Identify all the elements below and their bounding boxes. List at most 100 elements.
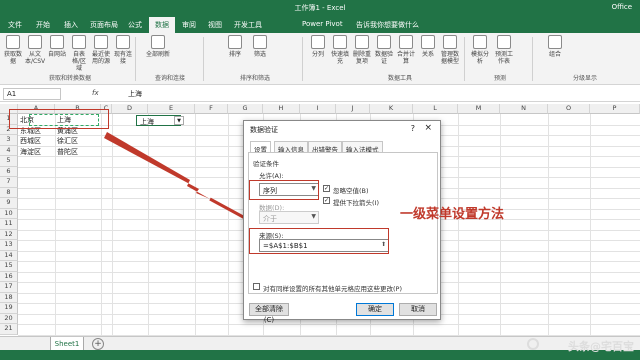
validation-icon — [377, 35, 391, 49]
link-icon — [116, 35, 130, 49]
chevron-down-icon[interactable]: ▼ — [174, 116, 184, 125]
column-header[interactable]: O — [548, 104, 590, 114]
row-header[interactable]: 20 — [0, 313, 18, 324]
row-header[interactable]: 14 — [0, 250, 18, 261]
column-header[interactable]: G — [228, 104, 263, 114]
forecast-sheet-button[interactable]: 预测工作表 — [494, 35, 514, 65]
column-header[interactable]: P — [590, 104, 640, 114]
remove-duplicates-button[interactable]: 删除重复项 — [352, 35, 372, 65]
column-header[interactable]: J — [336, 104, 370, 114]
from-table-button[interactable]: 自表格/区域 — [69, 35, 89, 72]
row-header[interactable]: 8 — [0, 187, 18, 198]
column-header[interactable]: N — [500, 104, 548, 114]
apply-all-checkbox[interactable] — [253, 283, 260, 290]
row-header[interactable]: 16 — [0, 271, 18, 282]
tell-me-search[interactable]: 告诉我你想要做什么 — [356, 20, 419, 30]
group-outline-button[interactable]: 组合 — [545, 35, 565, 58]
row-header[interactable]: 21 — [0, 324, 18, 335]
existing-connections-button[interactable]: 现有连接 — [113, 35, 133, 65]
column-header[interactable]: M — [458, 104, 500, 114]
tab-page-layout[interactable]: 页面布局 — [90, 20, 118, 30]
tab-data[interactable]: 数据 — [149, 17, 175, 33]
sort-button[interactable]: 排序 — [225, 35, 245, 58]
flash-fill-button[interactable]: 快速填充 — [330, 35, 350, 65]
globe-icon — [50, 35, 64, 49]
tab-view[interactable]: 视图 — [208, 20, 222, 30]
cell-a3[interactable]: 西城区 — [18, 136, 41, 146]
apply-all-label: 对有同样设置的所有其他单元格应用这些更改(P) — [263, 285, 402, 293]
tab-formulas[interactable]: 公式 — [128, 20, 142, 30]
dialog-title: 数据验证 — [250, 126, 278, 134]
database-icon — [6, 35, 20, 49]
row-header[interactable]: 7 — [0, 177, 18, 188]
cell-b3[interactable]: 徐汇区 — [55, 136, 78, 146]
columns-icon — [311, 35, 325, 49]
row-header[interactable]: 17 — [0, 282, 18, 293]
group-get-transform: 获取和转换数据 — [48, 75, 91, 82]
tab-file[interactable]: 文件 — [8, 20, 22, 30]
row-header[interactable]: 19 — [0, 303, 18, 314]
text-to-columns-button[interactable]: 分列 — [308, 35, 328, 58]
tab-review[interactable]: 审阅 — [182, 20, 196, 30]
get-data-button[interactable]: 获取数据 — [3, 35, 23, 65]
from-text-csv-button[interactable]: 从文本/CSV — [25, 35, 45, 65]
fx-icon[interactable]: fx — [92, 89, 99, 97]
column-header[interactable]: K — [370, 104, 413, 114]
row-header[interactable]: 13 — [0, 240, 18, 251]
name-box[interactable]: A1 — [3, 88, 61, 100]
column-header[interactable]: D — [112, 104, 148, 114]
status-bar — [0, 350, 640, 360]
ignore-blank-checkbox[interactable]: ✓ — [323, 185, 330, 192]
ribbon-separator — [464, 37, 465, 81]
tab-developer[interactable]: 开发工具 — [234, 20, 262, 30]
ignore-blank-label: 忽略空值(B) — [333, 187, 369, 195]
tab-insert[interactable]: 插入 — [64, 20, 78, 30]
data-validation-button[interactable]: 数据验证 — [374, 35, 394, 65]
manage-data-model-button[interactable]: 管理数据模型 — [440, 35, 460, 65]
dropdown-checkbox[interactable]: ✓ — [323, 197, 330, 204]
row-header[interactable]: 12 — [0, 229, 18, 240]
cell-a4[interactable]: 海淀区 — [18, 147, 41, 157]
ribbon-data: 获取数据 从文本/CSV 自网站 自表格/区域 最近使用的源 现有连接 获取和转… — [0, 33, 640, 85]
window-title: 工作簿1 - Excel — [294, 4, 346, 12]
ok-button[interactable]: 确定 — [356, 303, 394, 316]
row-header[interactable]: 9 — [0, 198, 18, 209]
group-forecast: 预测 — [493, 75, 506, 82]
from-web-button[interactable]: 自网站 — [47, 35, 67, 58]
formula-input[interactable]: 上海 — [128, 89, 142, 99]
ribbon-separator — [532, 37, 533, 81]
column-header[interactable]: L — [413, 104, 458, 114]
row-header[interactable]: 18 — [0, 292, 18, 303]
row-header[interactable]: 5 — [0, 156, 18, 167]
close-icon[interactable]: × — [424, 123, 432, 133]
row-header[interactable]: 3 — [0, 135, 18, 146]
add-sheet-icon[interactable]: + — [92, 338, 104, 350]
row-header[interactable]: 15 — [0, 261, 18, 272]
group-icon — [548, 35, 562, 49]
cancel-button[interactable]: 取消 — [399, 303, 437, 316]
what-if-analysis-button[interactable]: 模拟分析 — [470, 35, 490, 65]
sheet-tab[interactable]: Sheet1 — [50, 337, 84, 351]
filter-button[interactable]: 筛选 — [250, 35, 270, 58]
clear-all-button[interactable]: 全部清除(C) — [249, 303, 289, 324]
refresh-all-button[interactable]: 全部刷新 — [145, 35, 171, 58]
text-file-icon — [28, 35, 42, 49]
cell-b4[interactable]: 普陀区 — [55, 147, 78, 157]
help-icon[interactable]: ? — [411, 124, 415, 133]
relationships-button[interactable]: 关系 — [418, 35, 438, 58]
title-bar: 工作簿1 - Excel Office — [0, 0, 640, 17]
formula-bar: A1 fx 上海 — [0, 86, 640, 102]
column-header[interactable]: I — [300, 104, 336, 114]
row-header[interactable]: 6 — [0, 166, 18, 177]
column-header[interactable]: E — [148, 104, 195, 114]
tab-power-pivot[interactable]: Power Pivot — [302, 20, 343, 28]
column-header[interactable]: F — [195, 104, 228, 114]
tab-home[interactable]: 开始 — [36, 20, 50, 30]
consolidate-button[interactable]: 合并计算 — [396, 35, 416, 65]
row-header[interactable]: 10 — [0, 208, 18, 219]
column-header[interactable]: H — [263, 104, 300, 114]
recent-sources-button[interactable]: 最近使用的源 — [91, 35, 111, 65]
row-header[interactable]: 4 — [0, 145, 18, 156]
consolidate-icon — [399, 35, 413, 49]
row-header[interactable]: 11 — [0, 219, 18, 230]
